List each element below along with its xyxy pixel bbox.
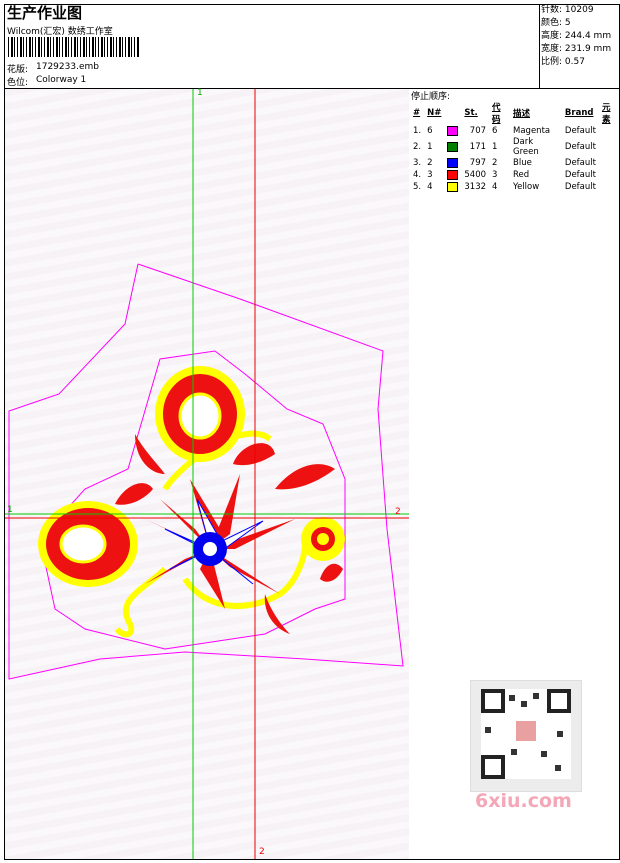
page-title: 生产作业图 (7, 4, 83, 22)
cell-code: 2 (492, 158, 498, 168)
cell-swatch (444, 169, 461, 181)
magenta-outline (8, 263, 404, 680)
color-swatch-icon (447, 157, 459, 168)
table-header-row: # N# St. 代码 描述 Brand 元素 (410, 101, 620, 125)
watermark: 6xiu.com (475, 790, 572, 812)
cell-brand: Default (564, 182, 596, 192)
cell-idx: 1. (413, 126, 422, 136)
stat-scale: 比例: 0.57 (541, 57, 585, 67)
cell-st: 5400 (464, 170, 487, 180)
stat-width: 宽度: 231.9 mm (541, 44, 612, 54)
cell-st: 3132 (464, 182, 487, 192)
axis-label-h1: 1 (7, 505, 13, 515)
flower-white-left (59, 524, 107, 564)
cell-brand: Default (564, 126, 596, 136)
cell-st: 707 (469, 126, 487, 136)
cell-code: 6 (492, 126, 498, 136)
cell-desc: Red (513, 170, 530, 180)
col-needle: N# (427, 108, 442, 118)
color-swatch-icon (447, 169, 459, 180)
yellow-stem-3 (114, 566, 168, 638)
colorway-label: 色位: (7, 78, 29, 88)
cell-desc: Yellow (513, 182, 540, 192)
col-description: 描述 (513, 109, 531, 119)
leaf-red-2 (275, 464, 335, 490)
production-sheet: 生产作业图 Wilcom(汇宏) 数绣工作室 花版: 1729233.emb 色… (0, 0, 620, 861)
cell-brand: Default (564, 158, 596, 168)
cell-desc: Magenta (513, 126, 551, 136)
cell-st: 797 (469, 158, 487, 168)
flower-small-right-center (317, 533, 329, 545)
cell-n: 4 (427, 182, 433, 192)
stop-sequence-table: # N# St. 代码 描述 Brand 元素 1. 6 707 6 Magenta De… (410, 101, 620, 193)
cell-swatch (444, 125, 461, 137)
stat-stitches: 针数: 10209 (541, 5, 594, 15)
table-row: 5. 4 3132 4 Yellow Default (410, 181, 620, 193)
leaf-red-5 (320, 563, 343, 582)
col-element: 元素 (601, 103, 611, 125)
cell-element (599, 181, 620, 193)
axis-label-v2: 2 (259, 847, 265, 857)
qr-code-icon (470, 680, 582, 792)
cell-n: 1 (427, 142, 433, 152)
col-index: # (413, 108, 421, 118)
cell-n: 3 (427, 170, 433, 180)
cell-element (599, 137, 620, 157)
cell-brand: Default (564, 170, 596, 180)
pattern-file: 1729233.emb (36, 62, 99, 72)
cell-idx: 2. (413, 142, 422, 152)
colorway-value: Colorway 1 (36, 75, 87, 85)
cell-code: 3 (492, 170, 498, 180)
cell-desc: Blue (513, 158, 532, 168)
barcode-icon (8, 37, 140, 57)
leaf-red (233, 443, 275, 466)
stat-height: 高度: 244.4 mm (541, 31, 612, 41)
leaf-red-3 (135, 434, 165, 474)
cell-st: 171 (469, 142, 487, 152)
cell-idx: 3. (413, 158, 422, 168)
table-row: 2. 1 171 1 Dark Green Default (410, 137, 620, 157)
cell-element (599, 125, 620, 137)
table-row: 1. 6 707 6 Magenta Default (410, 125, 620, 137)
cell-idx: 5. (413, 182, 422, 192)
embroidery-preview (5, 89, 409, 859)
cell-brand: Default (564, 142, 596, 152)
leaf-red-4 (115, 483, 153, 505)
cell-n: 2 (427, 158, 433, 168)
col-swatch (444, 101, 461, 125)
cell-swatch (444, 157, 461, 169)
color-swatch-icon (447, 181, 459, 192)
axis-label-h2: 2 (395, 507, 401, 517)
table-row: 3. 2 797 2 Blue Default (410, 157, 620, 169)
table-row: 4. 3 5400 3 Red Default (410, 169, 620, 181)
pattern-label: 花版: (7, 65, 29, 75)
cell-code: 1 (492, 142, 498, 152)
cell-desc: Dark Green (513, 137, 539, 157)
color-swatch-icon (447, 125, 459, 136)
cell-n: 6 (427, 126, 433, 136)
col-stitches: St. (464, 108, 478, 118)
cell-element (599, 157, 620, 169)
design-canvas: 1 1 2 2 (5, 88, 409, 859)
cell-code: 4 (492, 182, 498, 192)
stats-list: 针数: 10209 颜色: 5 高度: 244.4 mm 宽度: 231.9 m… (541, 4, 619, 69)
color-swatch-icon (447, 141, 459, 152)
stat-colors: 颜色: 5 (541, 18, 571, 28)
cell-element (599, 169, 620, 181)
col-brand: Brand (564, 108, 594, 118)
central-flower (145, 474, 295, 609)
company-name: Wilcom(汇宏) 数绣工作室 (7, 27, 113, 37)
cell-swatch (444, 181, 461, 193)
cell-swatch (444, 137, 461, 157)
axis-label-v1: 1 (197, 88, 203, 98)
cell-idx: 4. (413, 170, 422, 180)
col-code: 代码 (492, 103, 501, 125)
flower-white-top (178, 392, 222, 440)
